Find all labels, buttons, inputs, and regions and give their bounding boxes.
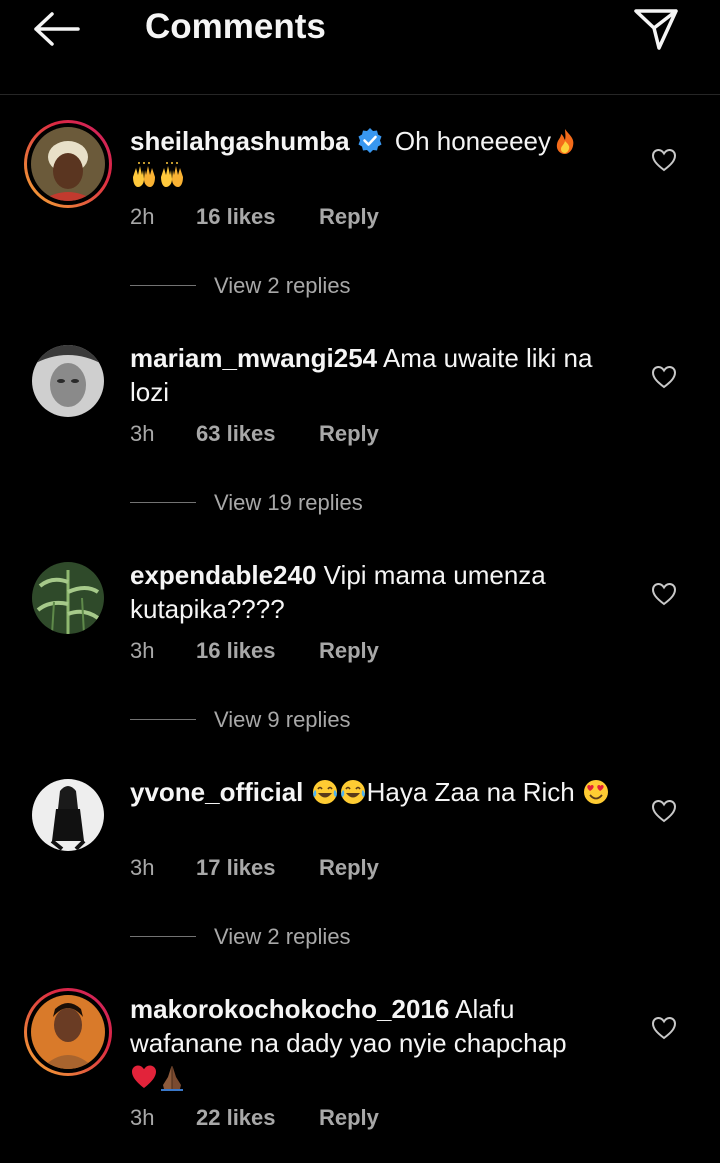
- like-comment-button[interactable]: [648, 1012, 680, 1044]
- avatar[interactable]: [24, 120, 112, 208]
- comment-body: makorokochokocho_2016 Alafu wafanane na …: [130, 992, 630, 1094]
- comment-message: Haya Zaa na Rich: [366, 777, 575, 807]
- comment-time: 3h: [130, 1105, 155, 1130]
- avatar-image: [32, 779, 104, 851]
- back-button[interactable]: [28, 8, 84, 50]
- avatar[interactable]: [24, 337, 112, 425]
- like-comment-button[interactable]: [648, 144, 680, 176]
- reply-button[interactable]: Reply: [319, 636, 379, 666]
- divider-line: [130, 936, 196, 937]
- heart-eyes-icon: [583, 780, 608, 804]
- header-bar: Comments: [0, 0, 720, 95]
- view-replies-label: View 19 replies: [214, 490, 363, 515]
- fire-icon: [556, 129, 574, 154]
- folded-hands-icon: [161, 1066, 183, 1091]
- red-heart-icon: [132, 1065, 156, 1088]
- reply-button[interactable]: Reply: [319, 1103, 379, 1133]
- heart-icon: [651, 799, 677, 823]
- comment-time: 3h: [130, 421, 155, 446]
- comment-username[interactable]: makorokochokocho_2016: [130, 994, 449, 1024]
- comment-likes[interactable]: 22 likes: [196, 1103, 276, 1133]
- paper-plane-icon: [634, 9, 678, 50]
- raising-hands-icon: [133, 162, 155, 187]
- comment-username[interactable]: mariam_mwangi254: [130, 343, 377, 373]
- comment-time: 3h: [130, 638, 155, 663]
- avatar[interactable]: [24, 988, 112, 1076]
- comment-username[interactable]: yvone_official: [130, 777, 303, 807]
- comment-body: yvone_official Haya Zaa na Rich: [130, 775, 630, 809]
- comment-likes[interactable]: 17 likes: [196, 853, 276, 883]
- heart-icon: [651, 582, 677, 606]
- view-replies-label: View 2 replies: [214, 924, 351, 949]
- avatar[interactable]: [24, 554, 112, 642]
- comment-likes[interactable]: 16 likes: [196, 636, 276, 666]
- verified-badge-icon: [358, 128, 382, 153]
- like-comment-button[interactable]: [648, 795, 680, 827]
- reply-button[interactable]: Reply: [319, 419, 379, 449]
- comment-username[interactable]: expendable240: [130, 560, 316, 590]
- tears-of-joy-icon: [340, 780, 365, 804]
- comment-likes[interactable]: 63 likes: [196, 419, 276, 449]
- comment-username[interactable]: sheilahgashumba: [130, 126, 350, 156]
- heart-icon: [651, 148, 677, 172]
- divider-line: [130, 285, 196, 286]
- reply-button[interactable]: Reply: [319, 202, 379, 232]
- divider-line: [130, 719, 196, 720]
- comment-body: mariam_mwangi254 Ama uwaite liki na lozi: [130, 341, 630, 409]
- like-comment-button[interactable]: [648, 361, 680, 393]
- comment-body: expendable240 Vipi mama umenza kutapika?…: [130, 558, 630, 626]
- heart-icon: [651, 365, 677, 389]
- raising-hands-icon: [161, 162, 183, 187]
- view-replies-label: View 9 replies: [214, 707, 351, 732]
- page-title: Comments: [145, 7, 326, 46]
- divider-line: [130, 502, 196, 503]
- share-button[interactable]: [628, 4, 684, 54]
- comment-body: sheilahgashumba Oh honeeeey: [130, 124, 630, 192]
- comment-likes[interactable]: 16 likes: [196, 202, 276, 232]
- like-comment-button[interactable]: [648, 578, 680, 610]
- comment-message: Oh honeeeey: [394, 126, 551, 156]
- reply-button[interactable]: Reply: [319, 853, 379, 883]
- arrow-left-icon: [34, 12, 80, 46]
- avatar-image: [31, 995, 105, 1069]
- tears-of-joy-icon: [312, 780, 337, 804]
- comment-time: 2h: [130, 204, 155, 229]
- view-replies-label: View 2 replies: [214, 273, 351, 298]
- avatar-image: [32, 562, 104, 634]
- avatar[interactable]: [24, 771, 112, 859]
- comment-time: 3h: [130, 855, 155, 880]
- avatar-image: [31, 127, 105, 201]
- avatar-image: [32, 345, 104, 417]
- heart-icon: [651, 1016, 677, 1040]
